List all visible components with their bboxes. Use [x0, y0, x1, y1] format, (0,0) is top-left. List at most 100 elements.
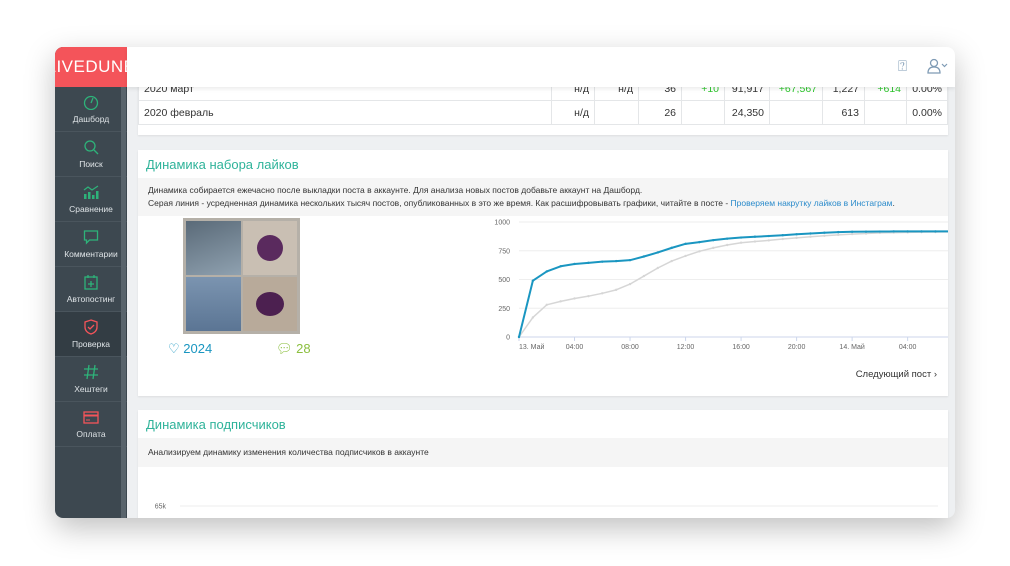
table-cell	[769, 100, 823, 125]
data-point	[614, 259, 618, 263]
table-cell: 0.00%	[906, 87, 948, 101]
post-comments: 💬︎ 28	[276, 341, 311, 356]
sidebar-item-label: Оплата	[76, 429, 106, 439]
sidebar-item-dashboard[interactable]: Дашборд	[55, 87, 127, 132]
sidebar-item-label: Поиск	[79, 159, 103, 169]
data-point	[531, 316, 535, 319]
data-point	[670, 246, 673, 250]
table-cell: +614	[864, 87, 907, 101]
data-point	[587, 261, 590, 265]
table-cell: 36	[638, 87, 682, 101]
shield-check-icon	[84, 319, 98, 335]
data-point	[573, 262, 576, 266]
data-point	[642, 255, 646, 258]
table-cell: 91,917	[724, 87, 770, 101]
data-point	[726, 243, 729, 247]
x-tick-label: 04:00	[566, 344, 584, 351]
likes-dynamics-card: Динамика набора лайков Динамика собирает…	[138, 150, 948, 396]
data-point	[573, 297, 576, 300]
data-point	[684, 254, 687, 258]
followers-dynamics-card: Динамика подписчиков Анализируем динамик…	[138, 410, 948, 518]
data-point	[670, 259, 673, 263]
x-tick-label: 16:00	[732, 344, 750, 351]
post-likes: ♡ 2024	[168, 341, 213, 356]
sidebar-item-shield-check[interactable]: Проверка	[55, 312, 133, 357]
calendar-plus-icon	[84, 275, 98, 290]
table-cell: 24,350	[724, 100, 770, 125]
sidebar-item-search[interactable]: Поиск	[55, 132, 127, 177]
help-icon[interactable]: ⍰	[898, 58, 907, 75]
followers-title: Динамика подписчиков	[146, 416, 286, 432]
data-point	[837, 233, 840, 237]
likes-chart: 0 250 500 750 1000 13. Май 04:00 08:00 12:00 16:0…	[494, 220, 948, 351]
y-tick-label: 750	[498, 248, 510, 255]
sidebar-item-calendar-plus[interactable]: Автопостинг	[55, 267, 127, 312]
table-cell: н/д	[551, 87, 595, 101]
data-point	[823, 231, 826, 234]
x-tick-label: 12:00	[677, 344, 695, 351]
post-thumbnail[interactable]	[183, 218, 300, 334]
data-point	[656, 251, 659, 254]
data-point	[545, 270, 548, 273]
sidebar-item-hashtag[interactable]: Хештеги	[55, 357, 127, 402]
data-point	[712, 238, 715, 242]
x-tick-label: 04:00	[899, 344, 917, 351]
article-link[interactable]: Проверяем накрутку лайков в Инстаграм	[731, 198, 893, 208]
data-point	[850, 232, 854, 236]
data-point	[753, 240, 757, 243]
table-cell: +10	[681, 87, 725, 101]
search-icon	[84, 140, 99, 155]
data-point	[920, 230, 923, 233]
dashboard-icon	[83, 95, 99, 110]
table-cell: н/д	[594, 87, 639, 101]
data-point	[531, 279, 535, 282]
sidebar-item-label: Комментарии	[64, 249, 118, 259]
data-point	[587, 294, 590, 298]
data-point	[545, 303, 548, 306]
y-tick-label: 0	[506, 335, 510, 342]
table-cell: 1,227	[822, 87, 865, 101]
data-point	[559, 300, 562, 303]
x-tick-label: 20:00	[788, 344, 806, 351]
data-point	[601, 260, 604, 263]
x-tick-label: 14. Май	[839, 343, 864, 351]
sidebar-item-compare-chart[interactable]: Сравнение	[55, 177, 127, 222]
data-point	[934, 230, 937, 233]
followers-chart: 65k60k	[155, 504, 938, 511]
data-point	[809, 232, 812, 235]
stats-table-card: 2020 март н/д н/д 36 +10 91,917 +67,567 1,227 +6…	[138, 87, 948, 135]
credit-card-icon	[83, 411, 99, 424]
data-point	[892, 230, 895, 233]
next-post-link[interactable]: Следующий пост ›	[856, 369, 937, 380]
data-point	[864, 230, 868, 233]
top-bar: ⍰	[127, 47, 955, 87]
logo[interactable]: LIVEDUNE	[55, 47, 135, 87]
y-tick-label: 250	[498, 306, 510, 313]
data-point	[809, 235, 812, 238]
hashtag-icon	[84, 364, 98, 380]
data-point	[684, 242, 687, 246]
data-point	[628, 282, 632, 286]
data-point	[878, 230, 882, 233]
data-point	[698, 240, 701, 244]
data-point	[628, 258, 632, 262]
sidebar-item-label: Хештеги	[74, 384, 108, 394]
table-row: 2020 февраль н/д 26 24,350 613 0.00%	[138, 100, 948, 125]
data-point	[753, 235, 757, 238]
comment-icon	[83, 230, 99, 245]
sidebar-scrollbar[interactable]	[121, 87, 126, 518]
heart-icon: ♡	[168, 341, 180, 356]
x-tick-label: 13. Май	[519, 343, 544, 351]
data-point	[642, 274, 646, 278]
sidebar: LIVEDUNE Дашборд Поиск Сравнение Комментари…	[55, 47, 135, 518]
series-line-average	[518, 231, 948, 338]
sidebar-item-credit-card[interactable]: Оплата	[55, 402, 127, 447]
user-menu-icon[interactable]	[927, 58, 949, 78]
data-point	[559, 265, 562, 268]
compare-chart-icon	[83, 185, 99, 199]
data-point	[601, 292, 604, 295]
sidebar-item-comment[interactable]: Комментарии	[55, 222, 127, 267]
table-cell: 613	[822, 100, 865, 125]
data-point	[698, 250, 701, 253]
sidebar-item-label: Дашборд	[72, 114, 110, 124]
